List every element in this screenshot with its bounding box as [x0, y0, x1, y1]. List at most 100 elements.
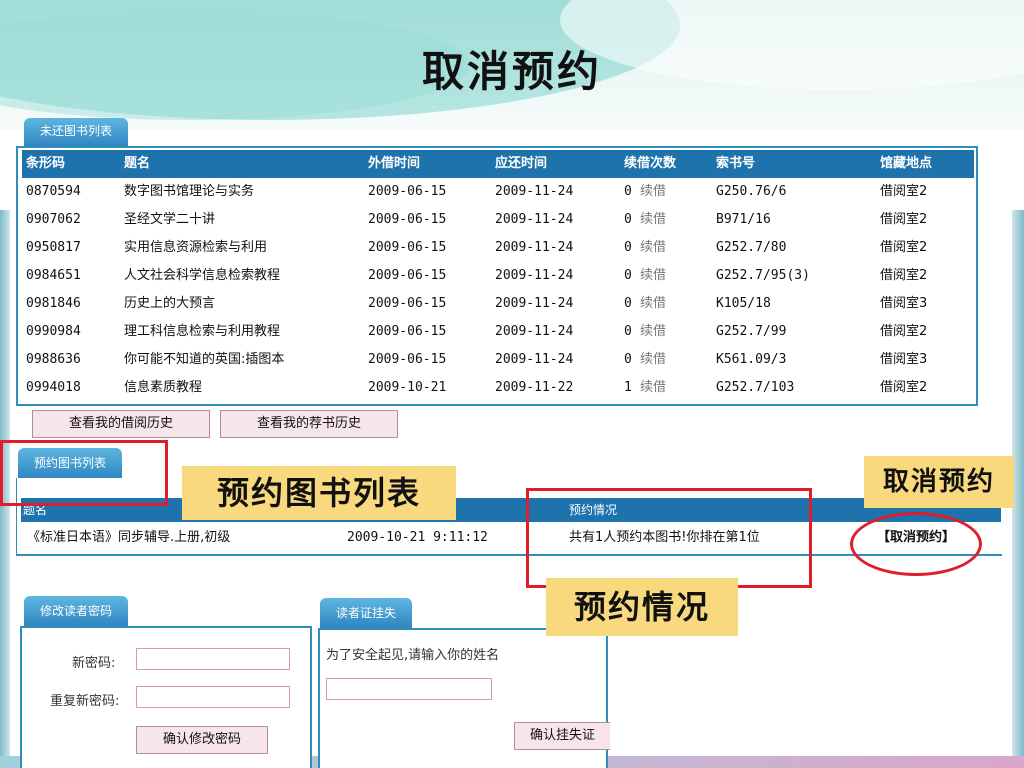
renew-link[interactable]: 续借 [640, 178, 666, 206]
out-date-cell: 2009-10-21 [368, 380, 447, 395]
due-date-cell: 2009-11-24 [495, 296, 574, 311]
unreturned-books-panel: 条形码 题名 外借时间 应还时间 续借次数 索书号 馆藏地点 0870594 数… [16, 146, 978, 406]
location-cell: 借阅室2 [880, 240, 928, 255]
due-date-cell: 2009-11-24 [495, 268, 574, 283]
table-row: 0870594 数字图书馆理论与实务 2009-06-15 2009-11-24… [22, 178, 974, 206]
column-header: 馆藏地点 [880, 156, 933, 171]
out-date-cell: 2009-06-15 [368, 352, 447, 367]
reservation-list-highlight [0, 440, 168, 506]
renew-link[interactable]: 续借 [640, 206, 666, 234]
reserved-title-cell: 《标准日本语》同步辅导.上册,初级 [27, 530, 231, 545]
barcode-cell: 0984651 [26, 268, 81, 283]
location-cell: 借阅室2 [880, 268, 928, 283]
call-number-cell: G252.7/99 [716, 324, 787, 339]
column-header: 索书号 [716, 156, 756, 171]
reservation-status-highlight [526, 488, 812, 588]
cancel-reservation-callout: 取消预约 [864, 456, 1014, 508]
table-row: 0984651 人文社会科学信息检索教程 2009-06-15 2009-11-… [22, 262, 974, 290]
title-cell: 数字图书馆理论与实务 [124, 184, 255, 199]
location-cell: 借阅室2 [880, 380, 928, 395]
title-cell: 圣经文学二十讲 [124, 212, 216, 227]
renew-link[interactable]: 续借 [640, 234, 666, 262]
renew-link[interactable]: 续借 [640, 346, 666, 374]
out-date-cell: 2009-06-15 [368, 296, 447, 311]
renew-count-cell: 0 [624, 296, 632, 311]
reserved-time-cell: 2009-10-21 9:11:12 [347, 530, 488, 545]
repeat-password-input[interactable] [136, 686, 290, 708]
new-password-label: 新密码: [72, 656, 116, 671]
column-header: 续借次数 [624, 156, 677, 171]
renew-count-cell: 0 [624, 184, 632, 199]
confirm-password-button[interactable]: 确认修改密码 [136, 726, 268, 754]
out-date-cell: 2009-06-15 [368, 240, 447, 255]
due-date-cell: 2009-11-24 [495, 352, 574, 367]
due-date-cell: 2009-11-22 [495, 380, 574, 395]
column-header: 应还时间 [495, 156, 548, 171]
new-password-input[interactable] [136, 648, 290, 670]
table-header: 条形码 题名 外借时间 应还时间 续借次数 索书号 馆藏地点 [22, 150, 974, 178]
renew-link[interactable]: 续借 [640, 318, 666, 346]
slide-title: 取消预约 [421, 47, 602, 96]
table-row: 0988636 你可能不知道的英国:插图本 2009-06-15 2009-11… [22, 346, 974, 374]
tab-report-card-loss[interactable]: 读者证挂失 [320, 598, 413, 628]
renew-link[interactable]: 续借 [640, 374, 666, 402]
confirm-report-loss-button[interactable]: 确认挂失证 [514, 722, 610, 750]
call-number-cell: G250.76/6 [716, 184, 787, 199]
tab-unreturned-books[interactable]: 未还图书列表 [24, 118, 129, 146]
location-cell: 借阅室2 [880, 324, 928, 339]
report-loss-hint: 为了安全起见,请输入你的姓名 [326, 648, 500, 663]
location-cell: 借阅室2 [880, 212, 928, 227]
renew-count-cell: 0 [624, 324, 632, 339]
reservation-status-callout: 预约情况 [546, 578, 738, 636]
table-row: 0994018 信息素质教程 2009-10-21 2009-11-22 1 续… [22, 374, 974, 402]
barcode-cell: 0988636 [26, 352, 81, 367]
due-date-cell: 2009-11-24 [495, 240, 574, 255]
location-cell: 借阅室3 [880, 296, 928, 311]
barcode-cell: 0994018 [26, 380, 81, 395]
renew-count-cell: 0 [624, 352, 632, 367]
report-loss-name-input[interactable] [326, 678, 492, 700]
barcode-cell: 0990984 [26, 324, 81, 339]
report-loss-panel: 为了安全起见,请输入你的姓名 确认挂失证 [318, 628, 610, 768]
renew-count-cell: 0 [624, 212, 632, 227]
due-date-cell: 2009-11-24 [495, 324, 574, 339]
recommend-history-button[interactable]: 查看我的荐书历史 [220, 410, 398, 438]
cancel-reservation-highlight [850, 512, 982, 576]
call-number-cell: K105/18 [716, 296, 771, 311]
reservation-list-callout: 预约图书列表 [182, 466, 456, 520]
barcode-cell: 0950817 [26, 240, 81, 255]
location-cell: 借阅室2 [880, 184, 928, 199]
title-cell: 人文社会科学信息检索教程 [124, 268, 281, 283]
barcode-cell: 0870594 [26, 184, 81, 199]
table-row: 0981846 历史上的大预言 2009-06-15 2009-11-24 0 … [22, 290, 974, 318]
repeat-password-label: 重复新密码: [50, 694, 120, 709]
call-number-cell: G252.7/95(3) [716, 268, 810, 283]
change-password-panel: 新密码: 重复新密码: 确认修改密码 [20, 626, 312, 768]
borrow-history-button[interactable]: 查看我的借阅历史 [32, 410, 210, 438]
column-header: 题名 [124, 156, 151, 171]
call-number-cell: K561.09/3 [716, 352, 787, 367]
due-date-cell: 2009-11-24 [495, 212, 574, 227]
column-header: 外借时间 [368, 156, 421, 171]
barcode-cell: 0907062 [26, 212, 81, 227]
renew-link[interactable]: 续借 [640, 262, 666, 290]
renew-count-cell: 0 [624, 268, 632, 283]
call-number-cell: G252.7/103 [716, 380, 795, 395]
title-cell: 你可能不知道的英国:插图本 [124, 352, 285, 367]
table-row: 0990984 理工科信息检索与利用教程 2009-06-15 2009-11-… [22, 318, 974, 346]
call-number-cell: G252.7/80 [716, 240, 787, 255]
renew-link[interactable]: 续借 [640, 290, 666, 318]
call-number-cell: B971/16 [716, 212, 771, 227]
table-row: 0907062 圣经文学二十讲 2009-06-15 2009-11-24 0 … [22, 206, 974, 234]
title-cell: 实用信息资源检索与利用 [124, 240, 268, 255]
table-header: 题名 预约情况 [21, 498, 1001, 522]
renew-count-cell: 1 [624, 380, 632, 395]
tab-change-password[interactable]: 修改读者密码 [24, 596, 129, 626]
out-date-cell: 2009-06-15 [368, 212, 447, 227]
location-cell: 借阅室3 [880, 352, 928, 367]
renew-count-cell: 0 [624, 240, 632, 255]
title-cell: 理工科信息检索与利用教程 [124, 324, 281, 339]
title-cell: 信息素质教程 [124, 380, 203, 395]
out-date-cell: 2009-06-15 [368, 324, 447, 339]
out-date-cell: 2009-06-15 [368, 268, 447, 283]
